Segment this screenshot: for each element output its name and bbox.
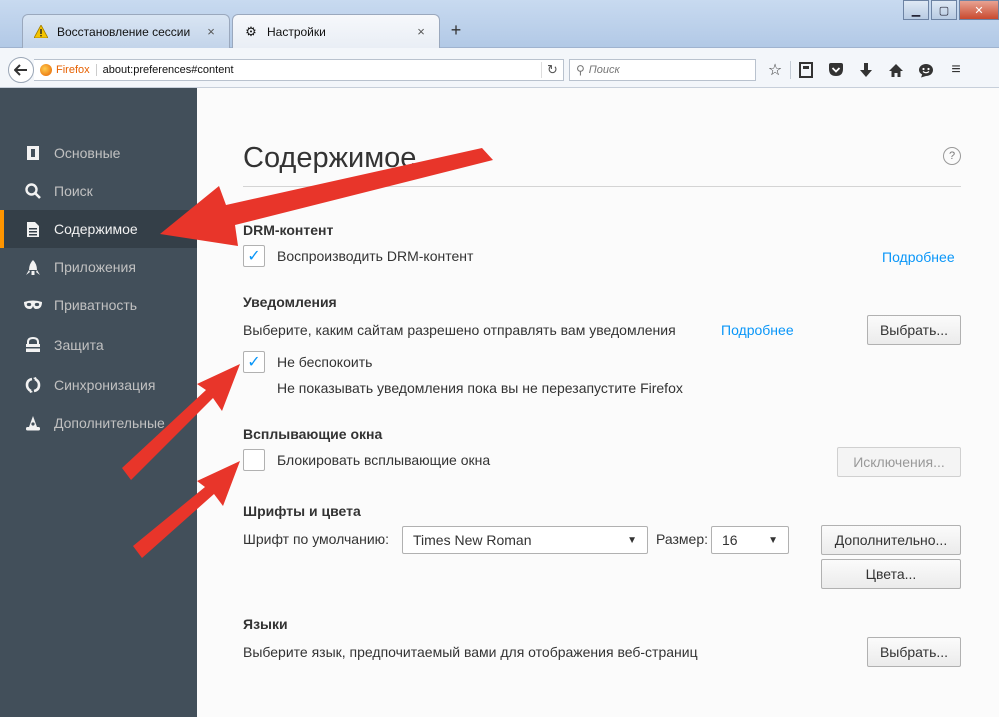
window-controls: ▁ ▢ ✕ (901, 0, 999, 20)
languages-heading: Языки (243, 616, 288, 632)
sidebar-item-search[interactable]: Поиск (0, 172, 197, 210)
notifications-description-text: Выберите, каким сайтам разрешено отправл… (243, 322, 676, 338)
navigation-bar: Firefox about:preferences#content ↻ ⚲ ☆ … (0, 48, 999, 88)
sidebar-item-applications[interactable]: Приложения (0, 248, 197, 286)
warning-icon (33, 24, 49, 40)
reading-list-icon[interactable] (791, 59, 821, 81)
close-tab-icon[interactable]: × (413, 24, 429, 39)
rocket-icon (24, 259, 42, 276)
help-icon[interactable]: ? (943, 147, 961, 165)
fonts-colors-heading: Шрифты и цвета (243, 503, 361, 519)
pocket-icon[interactable] (821, 59, 851, 81)
sidebar-item-label: Содержимое (54, 221, 138, 237)
block-popups-label[interactable]: Блокировать всплывающие окна (277, 452, 490, 468)
title-divider (243, 186, 961, 187)
sync-icon (24, 377, 42, 393)
drm-heading: DRM-контент (243, 222, 334, 238)
bookmark-star-icon[interactable]: ☆ (760, 59, 790, 81)
notifications-heading: Уведомления (243, 294, 337, 310)
preferences-sidebar: Основные Поиск Содержимое Приложения При… (0, 88, 197, 717)
font-size-select[interactable]: 16 ▼ (711, 526, 789, 554)
maximize-button[interactable]: ▢ (931, 0, 957, 20)
languages-description-text: Выберите язык, предпочитаемый вами для о… (243, 644, 698, 660)
search-icon: ⚲ (576, 63, 585, 77)
wizard-hat-icon (24, 415, 42, 432)
page-title: Содержимое (243, 142, 417, 174)
colors-button[interactable]: Цвета... (821, 559, 961, 589)
minimize-button[interactable]: ▁ (903, 0, 929, 20)
sidebar-item-label: Синхронизация (54, 377, 156, 393)
block-popups-row: Блокировать всплывающие окна (243, 449, 490, 471)
font-size-label: Размер: (656, 531, 709, 547)
sidebar-item-content[interactable]: Содержимое (0, 210, 197, 248)
languages-choose-button[interactable]: Выбрать... (867, 637, 961, 667)
identity-label: Firefox (56, 64, 97, 76)
popups-heading: Всплывающие окна (243, 426, 383, 442)
notifications-description: Выберите, каким сайтам разрешено отправл… (243, 322, 676, 338)
sidebar-item-label: Основные (54, 145, 121, 161)
tab-strip: Восстановление сессии × ⚙ Настройки × + … (0, 0, 999, 48)
drm-checkbox[interactable]: ✓ (243, 245, 265, 267)
drm-checkbox-label[interactable]: Воспроизводить DRM-контент (277, 248, 473, 264)
drm-learn-more-link[interactable]: Подробнее (882, 249, 955, 265)
lock-icon (24, 337, 42, 353)
fonts-advanced-button[interactable]: Дополнительно... (821, 525, 961, 555)
languages-description: Выберите язык, предпочитаемый вами для о… (243, 644, 698, 660)
default-font-value: Times New Roman (413, 532, 532, 548)
hello-chat-icon[interactable] (911, 59, 941, 81)
default-font-label: Шрифт по умолчанию: (243, 531, 390, 547)
chevron-down-icon: ▼ (627, 534, 637, 546)
do-not-disturb-row: ✓ Не беспокоить (243, 351, 372, 373)
sidebar-item-sync[interactable]: Синхронизация (0, 366, 197, 404)
back-button[interactable] (8, 57, 34, 83)
tab-label: Восстановление сессии (57, 24, 191, 39)
new-tab-button[interactable]: + (446, 20, 466, 41)
search-icon (24, 183, 42, 199)
sidebar-item-privacy[interactable]: Приватность (0, 286, 197, 324)
tab-session-restore[interactable]: Восстановление сессии × (22, 14, 230, 48)
drm-row: ✓ Воспроизводить DRM-контент (243, 245, 473, 267)
sidebar-item-label: Дополнительные (54, 415, 165, 431)
sidebar-item-security[interactable]: Защита (0, 326, 197, 364)
gear-icon: ⚙ (245, 23, 257, 39)
downloads-icon[interactable] (851, 59, 881, 81)
do-not-disturb-note: Не показывать уведомления пока вы не пер… (277, 380, 683, 396)
close-tab-icon[interactable]: × (203, 24, 219, 39)
sidebar-item-label: Приложения (54, 259, 136, 275)
back-arrow-icon (14, 64, 27, 76)
mask-icon (24, 300, 42, 310)
notifications-choose-button[interactable]: Выбрать... (867, 315, 961, 345)
sidebar-item-general[interactable]: Основные (0, 134, 197, 172)
tab-label: Настройки (267, 24, 326, 39)
sidebar-item-label: Защита (54, 337, 104, 353)
block-popups-checkbox[interactable] (243, 449, 265, 471)
url-bar[interactable]: Firefox about:preferences#content ↻ (34, 59, 564, 81)
popup-exceptions-button[interactable]: Исключения... (837, 447, 961, 477)
content-pane: Содержимое ? DRM-контент ✓ Воспроизводит… (197, 88, 999, 717)
search-bar[interactable]: ⚲ (569, 59, 756, 81)
toolbar-icons: ☆ ≡ (760, 59, 971, 81)
do-not-disturb-label[interactable]: Не беспокоить (277, 354, 372, 370)
tab-settings[interactable]: ⚙ Настройки × (232, 14, 440, 48)
default-font-label-row: Шрифт по умолчанию: (243, 531, 389, 547)
close-window-button[interactable]: ✕ (959, 0, 999, 20)
do-not-disturb-checkbox[interactable]: ✓ (243, 351, 265, 373)
notifications-learn-more-link[interactable]: Подробнее (721, 322, 794, 338)
content-document-icon (24, 221, 42, 238)
default-font-select[interactable]: Times New Roman ▼ (402, 526, 648, 554)
sidebar-item-label: Поиск (54, 183, 93, 199)
chevron-down-icon: ▼ (768, 534, 778, 546)
menu-hamburger-icon[interactable]: ≡ (941, 59, 971, 81)
search-input[interactable] (588, 64, 749, 76)
url-text[interactable]: about:preferences#content (103, 64, 541, 76)
home-icon[interactable] (881, 59, 911, 81)
reload-icon[interactable]: ↻ (541, 62, 563, 78)
font-size-value: 16 (722, 532, 738, 548)
general-icon (24, 145, 42, 161)
firefox-logo-icon (40, 64, 52, 76)
sidebar-item-label: Приватность (54, 297, 138, 313)
sidebar-item-advanced[interactable]: Дополнительные (0, 404, 197, 442)
